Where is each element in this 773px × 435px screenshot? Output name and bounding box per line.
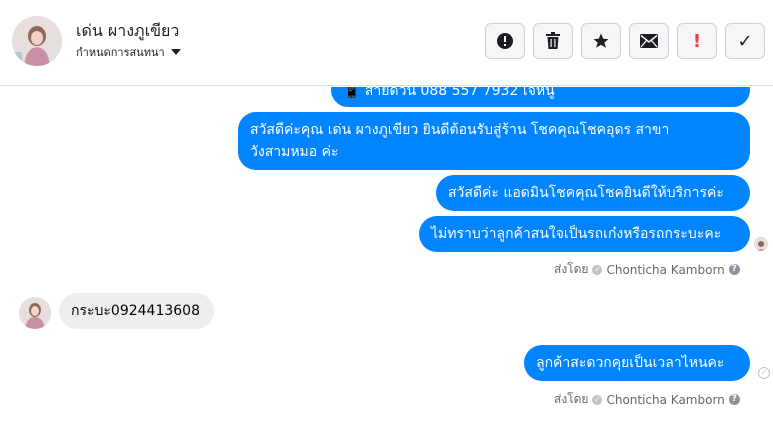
message-bubble-outgoing[interactable]: สวัสดีค่ะ แอดมินโชคคุณโชคยินดีให้บริการค…: [436, 175, 750, 211]
conversation-header: เด่น ผางภูเขียว กำหนดการสนทนา ! ✓: [0, 0, 773, 86]
chevron-down-icon: [170, 49, 181, 55]
message-bubble-outgoing[interactable]: ลูกค้าสะดวกคุยเป็นเวลาไหนคะ: [524, 345, 750, 381]
report-button[interactable]: [485, 23, 525, 59]
star-icon: [593, 33, 609, 48]
check-icon: ✓: [737, 30, 753, 52]
delivered-check-icon: ✓: [758, 367, 770, 379]
message-text: สวัสดีค่ะ แอดมินโชคคุณโชคยินดีให้บริการค…: [448, 185, 724, 201]
agent-name[interactable]: Chonticha Kamborn: [606, 263, 724, 277]
sent-by-label: ส่งโดย: [554, 392, 589, 406]
contact-name[interactable]: เด่น ผางภูเขียว: [76, 19, 179, 44]
mark-done-button[interactable]: ✓: [725, 23, 765, 59]
sent-by-info: ส่งโดย ✓ Chonticha Kamborn ?: [554, 390, 740, 409]
contact-avatar[interactable]: [12, 16, 62, 66]
help-icon[interactable]: ?: [728, 394, 740, 405]
message-bubble-outgoing[interactable]: 📱 สายด่วน 088 557 7932 เจ้หนู: [331, 87, 750, 107]
seen-avatar: [754, 237, 768, 251]
message-text: สวัสดีค่ะคุณ เด่น ผางภูเขียว ยินดีต้อนรั…: [250, 122, 670, 160]
agent-name[interactable]: Chonticha Kamborn: [606, 393, 724, 407]
assign-label: กำหนดการสนทนา: [76, 46, 165, 59]
message-bubble-outgoing[interactable]: สวัสดีค่ะคุณ เด่น ผางภูเขียว ยินดีต้อนรั…: [238, 112, 750, 170]
assign-conversation-dropdown[interactable]: กำหนดการสนทนา: [76, 43, 181, 61]
star-button[interactable]: [581, 23, 621, 59]
message-text: กระบะ0924413608: [71, 303, 200, 319]
mark-unread-button[interactable]: [629, 23, 669, 59]
check-circle-icon: ✓: [592, 264, 603, 275]
check-circle-icon: ✓: [592, 394, 603, 405]
message-thread[interactable]: 📱 สายด่วน 088 557 7932 เจ้หนู สวัสดีค่ะค…: [0, 87, 773, 435]
message-text: ไม่ทราบว่าลูกค้าสนใจเป็นรถเก๋งหรือรถกระบ…: [431, 226, 722, 242]
delete-button[interactable]: [533, 23, 573, 59]
message-bubble-outgoing[interactable]: ไม่ทราบว่าลูกค้าสนใจเป็นรถเก๋งหรือรถกระบ…: [419, 216, 750, 252]
message-text: ลูกค้าสะดวกคุยเป็นเวลาไหนคะ: [536, 355, 725, 371]
action-toolbar: ! ✓: [485, 23, 765, 59]
sent-by-label: ส่งโดย: [554, 262, 589, 276]
contact-avatar-small[interactable]: [19, 297, 51, 329]
sent-by-info: ส่งโดย ✓ Chonticha Kamborn ?: [554, 260, 740, 279]
trash-icon: [546, 32, 560, 49]
message-bubble-incoming[interactable]: กระบะ0924413608: [59, 293, 214, 329]
exclamation-circle-icon: [497, 33, 513, 49]
help-icon[interactable]: ?: [728, 264, 740, 275]
exclamation-icon: !: [692, 30, 702, 52]
envelope-icon: [640, 34, 658, 48]
spam-button[interactable]: !: [677, 23, 717, 59]
message-text: 📱 สายด่วน 088 557 7932 เจ้หนู: [343, 87, 555, 99]
